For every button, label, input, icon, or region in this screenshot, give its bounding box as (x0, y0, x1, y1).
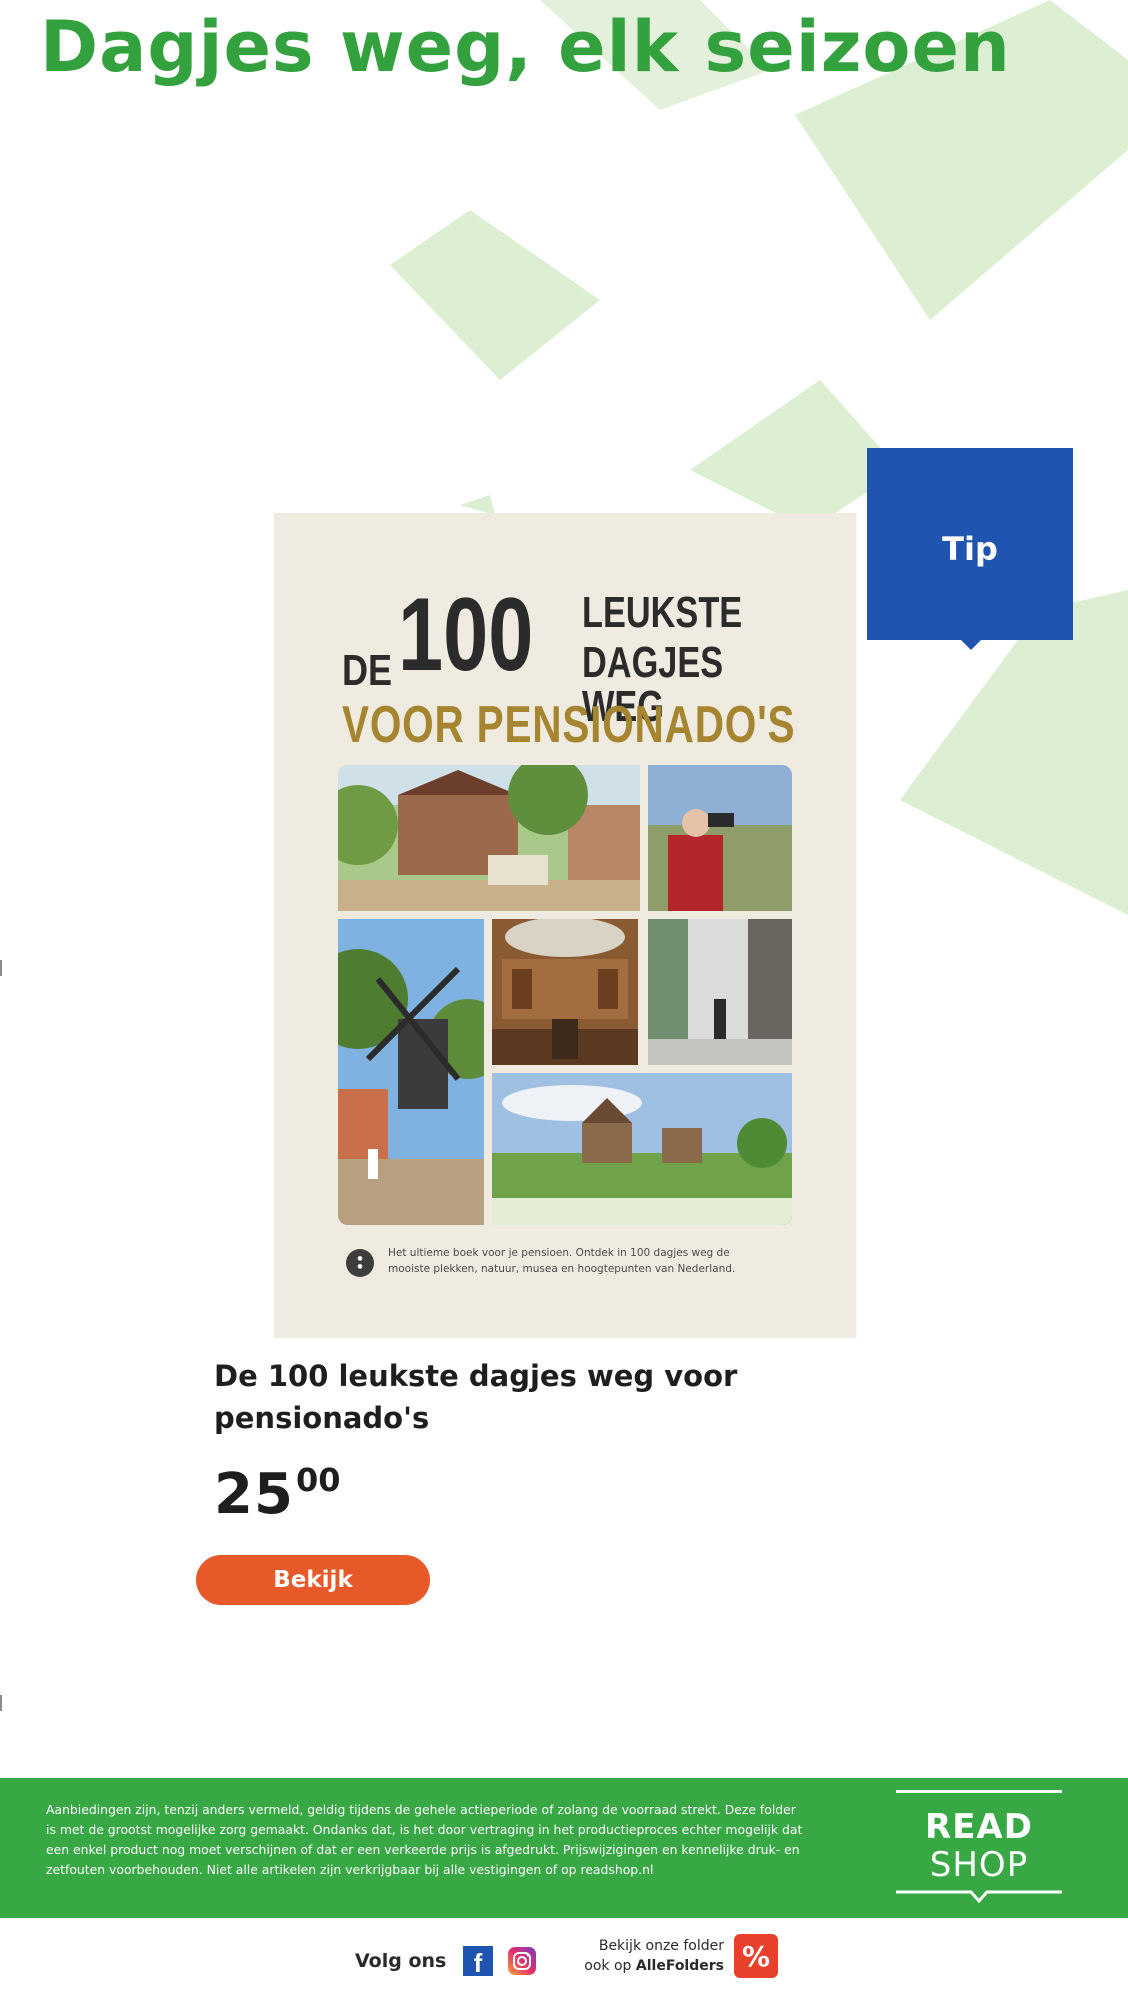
cover-photo-library (492, 919, 638, 1065)
bekijk-button[interactable]: Bekijk (196, 1555, 430, 1605)
tip-label: Tip (942, 530, 998, 568)
disclaimer-line: is met de grootst mogelijke zorg gemaakt… (46, 1822, 803, 1837)
allefolders-link[interactable]: Bekijk onze folder ook op AlleFolders (574, 1936, 724, 1976)
product-price: 2500 (214, 1460, 340, 1530)
cover-subtitle: VOOR PENSIONADO'S (342, 696, 796, 754)
cover-title-number: 100 (398, 577, 534, 693)
cover-photo-museum (648, 919, 792, 1065)
cover-photo-church (492, 1073, 792, 1225)
tip-badge: Tip (867, 448, 1073, 650)
edge-mark (0, 960, 2, 976)
edge-mark (0, 1695, 2, 1711)
allefolders-brand: AlleFolders (635, 1958, 724, 1974)
percent-icon[interactable]: % (734, 1934, 778, 1978)
book-cover-image[interactable]: DE 100 LEUKSTE DAGJES WEG VOOR PENSIONAD… (274, 513, 856, 1337)
book-logo-icon: ● ● (346, 1249, 374, 1277)
cover-photo-grid (338, 765, 792, 1225)
readshop-logo[interactable]: READ SHOP (896, 1790, 1062, 1904)
disclaimer-line: een enkel product nog moet verschijnen o… (46, 1842, 800, 1857)
cover-title-de: DE (342, 646, 393, 695)
product-title-line2: pensionado's (214, 1401, 430, 1435)
cover-photo-village (338, 765, 640, 911)
logo-top-line (896, 1790, 1062, 1793)
allefolders-line2: ook op AlleFolders (574, 1956, 724, 1976)
footer-bar: Aanbiedingen zijn, tenzij anders vermeld… (0, 1778, 1128, 1918)
cover-photo-windmill (338, 919, 484, 1225)
instagram-icon[interactable] (507, 1946, 537, 1976)
cover-blurb-line1: Het ultieme boek voor je pensioen. Ontde… (388, 1247, 730, 1259)
logo-bottom-swoosh (896, 1890, 1062, 1904)
logo-read-text: READ (925, 1807, 1033, 1847)
cover-blurb-text: Het ultieme boek voor je pensioen. Ontde… (388, 1245, 798, 1277)
disclaimer-line: Aanbiedingen zijn, tenzij anders vermeld… (46, 1802, 796, 1817)
allefolders-line1: Bekijk onze folder (598, 1938, 724, 1954)
percent-glyph: % (742, 1940, 770, 1973)
allefolders-prefix: ook op (584, 1958, 636, 1974)
disclaimer-text: Aanbiedingen zijn, tenzij anders vermeld… (46, 1800, 866, 1880)
cover-title-line1: LEUKSTE (582, 588, 743, 637)
cover-blurb-line2: mooiste plekken, natuur, musea en hoogte… (388, 1263, 736, 1275)
page-headline: Dagjes weg, elk seizoen (40, 6, 1011, 88)
price-cents: 00 (295, 1461, 341, 1499)
logo-shop-text: SHOP (929, 1845, 1029, 1885)
follow-label: Volg ons (355, 1950, 447, 1972)
facebook-icon[interactable]: f (463, 1946, 493, 1978)
cover-title: DE 100 LEUKSTE DAGJES WEG VOOR PENSIONAD… (274, 583, 856, 753)
product-title-line1: De 100 leukste dagjes weg voor (214, 1359, 738, 1393)
disclaimer-line: zetfouten voorbehouden. Niet alle artike… (46, 1862, 654, 1877)
product-title: De 100 leukste dagjes weg voor pensionad… (214, 1355, 814, 1439)
cover-blurb: ● ● Het ultieme boek voor je pensioen. On… (346, 1241, 796, 1285)
price-euros: 25 (214, 1462, 294, 1527)
tip-badge-pointer (960, 639, 982, 650)
cover-photo-photographer (648, 765, 792, 911)
